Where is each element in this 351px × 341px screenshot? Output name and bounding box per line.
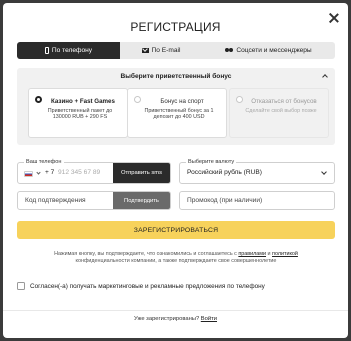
promo-code-input[interactable]: Промокод (при наличии) bbox=[187, 197, 262, 204]
phone-field[interactable]: Ваш телефон + 7 912 345 67 89 Отправить … bbox=[17, 159, 171, 184]
phone-label: Ваш телефон bbox=[24, 159, 64, 165]
legal-text-before: Нажимая кнопку, вы подтверждаете, что оз… bbox=[54, 251, 239, 257]
phone-input[interactable]: 912 345 67 89 bbox=[58, 169, 100, 176]
russia-flag-icon[interactable] bbox=[24, 171, 33, 177]
bonus-option-title: Бонус на спорт bbox=[160, 98, 204, 105]
tab-phone[interactable]: По телефону bbox=[17, 42, 120, 59]
confirmation-code-input[interactable]: Код подтверждения bbox=[25, 197, 86, 204]
promo-code-field[interactable]: Промокод (при наличии) bbox=[179, 191, 335, 210]
divider bbox=[3, 310, 348, 311]
consent-label: Согласен(-а) получать маркетинговые и ре… bbox=[30, 282, 265, 290]
phone-icon bbox=[44, 47, 49, 54]
currency-select[interactable]: Выберите валюту Российский рубль (RUB) bbox=[179, 159, 335, 184]
policy-link[interactable]: политикой bbox=[272, 251, 298, 257]
consent-checkbox[interactable] bbox=[17, 282, 25, 290]
rules-link[interactable]: правилами bbox=[238, 251, 266, 257]
chevron-down-icon[interactable] bbox=[321, 169, 327, 175]
legal-text-after: конфиденциальности компании, а также под… bbox=[75, 258, 277, 264]
confirmation-code-field[interactable]: Код подтверждения Подтвердить bbox=[17, 191, 171, 210]
bonus-option-title: Казино + Fast Games bbox=[51, 98, 115, 105]
bonus-option-description: Сделайте свой выбор позже bbox=[245, 108, 317, 114]
currency-label: Выберите валюту bbox=[186, 159, 237, 165]
tab-email[interactable]: По E-mail bbox=[120, 42, 202, 59]
tab-email-label: По E-mail bbox=[151, 47, 181, 54]
close-icon[interactable] bbox=[329, 13, 339, 23]
country-code: + 7 bbox=[45, 169, 55, 176]
dialog-title: РЕГИСТРАЦИЯ bbox=[130, 20, 221, 34]
login-link[interactable]: Войти bbox=[201, 316, 217, 322]
bonus-option-decline[interactable]: Отказаться от бонусов Сделайте свой выбо… bbox=[229, 88, 329, 138]
marketing-consent[interactable]: Согласен(-а) получать маркетинговые и ре… bbox=[17, 281, 265, 291]
bonus-panel: Выберите приветственный бонус Казино + F… bbox=[17, 68, 335, 145]
people-icon bbox=[225, 48, 233, 53]
bonus-option-sport[interactable]: Бонус на спорт Приветственный бонус за 1… bbox=[127, 88, 227, 138]
registration-dialog: РЕГИСТРАЦИЯ По телефону По E-mail Соцсет… bbox=[3, 3, 348, 338]
legal-notice: Нажимая кнопку, вы подтверждаете, что оз… bbox=[33, 251, 319, 265]
bonus-option-casino[interactable]: Казино + Fast Games Приветственный пакет… bbox=[28, 88, 128, 138]
registration-tabs: По телефону По E-mail Соцсети и мессендж… bbox=[17, 42, 335, 59]
register-button[interactable]: ЗАРЕГИСТРИРОВАТЬСЯ bbox=[17, 221, 335, 239]
bonus-option-description: Приветственный пакет до 130000 RUB + 290… bbox=[47, 108, 113, 121]
send-sms-button[interactable]: Отправить sms bbox=[113, 163, 170, 183]
currency-value: Российский рубль (RUB) bbox=[187, 169, 262, 176]
tab-social[interactable]: Соцсети и мессенджеры bbox=[202, 42, 335, 59]
login-prompt: Уже зарегистрированы? Войти bbox=[3, 316, 348, 322]
bonus-heading: Выберите приветственный бонус bbox=[120, 73, 232, 80]
chevron-down-icon[interactable] bbox=[36, 170, 41, 175]
bonus-option-description: Приветственный бонус за 1 депозит до 400… bbox=[144, 108, 214, 121]
confirm-button[interactable]: Подтвердить bbox=[113, 192, 170, 209]
login-question: Уже зарегистрированы? bbox=[133, 316, 201, 322]
tab-social-label: Соцсети и мессенджеры bbox=[236, 47, 312, 54]
tab-phone-label: По телефону bbox=[51, 47, 93, 54]
bonus-option-title: Отказаться от бонусов bbox=[251, 98, 317, 105]
mail-icon bbox=[141, 48, 149, 53]
